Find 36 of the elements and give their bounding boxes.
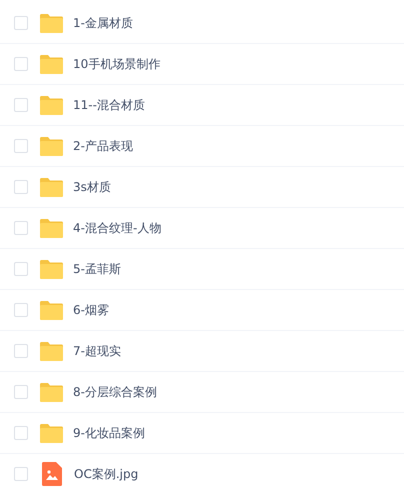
checkbox[interactable] (14, 426, 28, 440)
folder-icon (40, 218, 63, 238)
checkbox[interactable] (14, 467, 28, 481)
folder-icon (40, 178, 63, 196)
folder-icon (40, 54, 63, 74)
checkbox[interactable] (14, 221, 28, 235)
checkbox[interactable] (14, 385, 28, 399)
file-name[interactable]: OC案例.jpg (74, 466, 138, 482)
folder-icon (40, 300, 63, 320)
file-name[interactable]: 6-烟雾 (73, 302, 109, 318)
file-name[interactable]: 8-分层综合案例 (73, 384, 157, 400)
file-name[interactable]: 10手机场景制作 (73, 56, 160, 72)
folder-icon (40, 382, 63, 402)
checkbox[interactable] (14, 262, 28, 276)
file-name[interactable]: 5-孟菲斯 (73, 260, 121, 278)
file-name[interactable]: 3s材质 (73, 178, 111, 196)
image-file-icon (42, 462, 62, 486)
folder-icon (40, 342, 63, 360)
file-name[interactable]: 11--混合材质 (73, 96, 145, 114)
checkbox[interactable] (14, 98, 28, 112)
file-name[interactable]: 7-超现实 (73, 342, 121, 360)
file-name[interactable]: 9-化妆品案例 (73, 424, 145, 442)
file-name[interactable]: 4-混合纹理-人物 (73, 220, 162, 236)
folder-icon (40, 424, 63, 442)
checkbox[interactable] (14, 344, 28, 358)
file-name[interactable]: 2-产品表现 (73, 138, 133, 154)
folder-icon (40, 96, 63, 114)
folder-icon (40, 14, 63, 32)
checkbox[interactable] (14, 16, 28, 30)
checkbox[interactable] (14, 303, 28, 317)
checkbox[interactable] (14, 57, 28, 71)
file-name[interactable]: 1-金属材质 (73, 14, 133, 32)
folder-icon (40, 136, 63, 156)
checkbox[interactable] (14, 139, 28, 153)
folder-icon (40, 260, 63, 278)
checkbox[interactable] (14, 180, 28, 194)
